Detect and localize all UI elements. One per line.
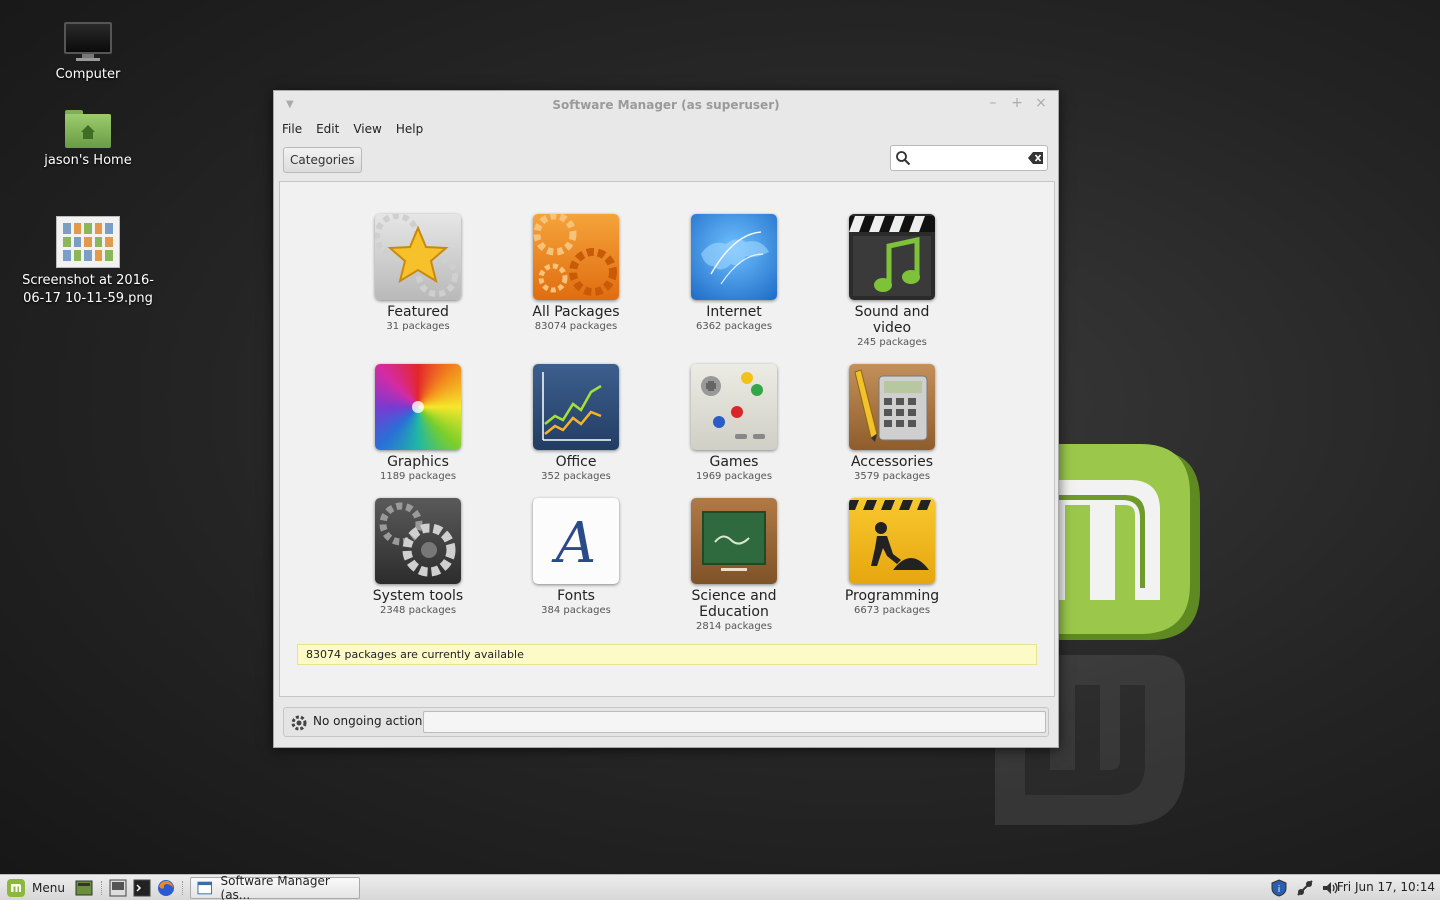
desktop-icon-label: Screenshot at 2016-06-17 10-11-59.png	[22, 273, 154, 306]
taskbar-window-software-manager[interactable]: Software Manager (as...	[190, 874, 360, 900]
status-message: 83074 packages are currently available	[297, 644, 1037, 665]
window-icon	[197, 881, 213, 895]
category-count: 6673 packages	[853, 605, 931, 616]
show-desktop-icon[interactable]	[74, 878, 94, 898]
category-system-tools[interactable]: System tools 2348 packages	[343, 498, 493, 617]
category-count: 384 packages	[541, 605, 611, 616]
category-count: 6362 packages	[695, 321, 773, 332]
category-count: 3579 packages	[853, 471, 931, 482]
terminal-icon[interactable]	[132, 878, 152, 898]
graphics-spectrum-icon	[375, 364, 461, 450]
category-count: 352 packages	[541, 471, 611, 482]
actions-label: No ongoing actions	[313, 714, 429, 728]
gear-icon[interactable]	[290, 714, 308, 732]
system-tools-gear-icon	[375, 498, 461, 584]
fonts-letter-icon: A	[533, 498, 619, 584]
category-count: 245 packages	[857, 337, 927, 348]
category-name: Programming	[844, 588, 940, 604]
search-box	[890, 145, 1048, 171]
clock[interactable]: Fri Jun 17, 10:14	[1337, 880, 1435, 894]
desktop-icon-label: Computer	[55, 67, 121, 82]
category-sound-and-video[interactable]: Sound and video 245 packages	[817, 214, 967, 349]
category-name: All Packages	[532, 304, 620, 320]
menu-edit[interactable]: Edit	[316, 122, 339, 136]
desktop-icon-home[interactable]: jason's Home	[13, 110, 163, 170]
featured-star-icon	[375, 214, 461, 300]
category-count: 31 packages	[386, 321, 450, 332]
start-menu-label: Menu	[32, 881, 65, 895]
category-featured[interactable]: Featured 31 packages	[343, 214, 493, 333]
categories-panel: Featured 31 packages All Packages 83074 …	[279, 181, 1055, 697]
toolbar: Categories	[274, 139, 1058, 179]
menubar: File Edit View Help	[274, 119, 1058, 139]
category-accessories[interactable]: Accessories 3579 packages	[817, 364, 967, 483]
games-gamepad-icon	[691, 364, 777, 450]
category-internet[interactable]: Internet 6362 packages	[659, 214, 809, 333]
start-menu-button[interactable]: Menu	[6, 878, 65, 898]
category-name: Science and Education	[691, 588, 777, 620]
category-name: Featured	[387, 304, 449, 320]
desktop-icon-computer[interactable]: Computer	[13, 22, 163, 84]
clear-search-icon[interactable]	[1028, 151, 1044, 165]
search-input[interactable]	[913, 149, 1023, 167]
maximize-button[interactable]: +	[1010, 95, 1024, 111]
category-name: Graphics	[387, 454, 449, 470]
menu-file[interactable]: File	[282, 122, 302, 136]
taskbar-window-label: Software Manager (as...	[220, 874, 330, 900]
category-count: 1969 packages	[695, 471, 773, 482]
category-name: Fonts	[557, 588, 595, 604]
network-icon[interactable]	[1295, 878, 1315, 898]
image-file-icon	[56, 216, 120, 268]
actions-progress-bar	[423, 711, 1046, 733]
category-name: Sound and video	[854, 304, 930, 336]
minimize-button[interactable]: –	[986, 95, 1000, 111]
category-science-and-education[interactable]: Science and Education 2814 packages	[659, 498, 809, 633]
computer-icon	[64, 22, 112, 62]
window-title: Software Manager (as superuser)	[552, 98, 780, 112]
action-bar: No ongoing actions	[283, 707, 1049, 737]
science-chalkboard-icon	[691, 498, 777, 584]
category-count: 2814 packages	[695, 621, 773, 632]
category-fonts[interactable]: A Fonts 384 packages	[501, 498, 651, 617]
category-programming[interactable]: Programming 6673 packages	[817, 498, 967, 617]
category-count: 2348 packages	[379, 605, 457, 616]
category-name: Internet	[706, 304, 762, 320]
programming-construction-icon	[849, 498, 935, 584]
linux-mint-menu-icon	[7, 879, 25, 897]
software-manager-window: ▼ Software Manager (as superuser) – + × …	[273, 90, 1059, 748]
desktop-icon-label: jason's Home	[44, 153, 132, 168]
search-icon	[896, 151, 911, 166]
menu-help[interactable]: Help	[396, 122, 423, 136]
category-all-packages[interactable]: All Packages 83074 packages	[501, 214, 651, 333]
category-name: Games	[709, 454, 759, 470]
desktop-icon-screenshot[interactable]: Screenshot at 2016-06-17 10-11-59.png	[13, 216, 163, 308]
close-button[interactable]: ×	[1034, 95, 1048, 111]
internet-globe-icon	[691, 214, 777, 300]
category-name: Office	[555, 454, 597, 470]
taskbar: Menu Software Manager (as... i Fri Jun 1…	[0, 874, 1440, 900]
all-packages-gears-icon	[533, 214, 619, 300]
accessories-calculator-icon	[849, 364, 935, 450]
window-menu-icon[interactable]: ▼	[286, 99, 294, 110]
window-titlebar[interactable]: ▼ Software Manager (as superuser) – + ×	[274, 91, 1058, 119]
category-office[interactable]: Office 352 packages	[501, 364, 651, 483]
sound-video-clapper-icon	[849, 214, 935, 300]
category-name: System tools	[372, 588, 464, 604]
menu-view[interactable]: View	[353, 122, 381, 136]
home-folder-icon	[65, 110, 111, 148]
file-manager-icon[interactable]	[108, 878, 128, 898]
categories-button[interactable]: Categories	[283, 147, 362, 173]
category-count: 1189 packages	[379, 471, 457, 482]
firefox-icon[interactable]	[156, 878, 176, 898]
svg-text:i: i	[1278, 885, 1281, 895]
update-shield-icon[interactable]: i	[1269, 878, 1289, 898]
category-graphics[interactable]: Graphics 1189 packages	[343, 364, 493, 483]
svg-text:A: A	[551, 511, 596, 576]
category-games[interactable]: Games 1969 packages	[659, 364, 809, 483]
category-name: Accessories	[850, 454, 934, 470]
category-count: 83074 packages	[534, 321, 618, 332]
office-chart-icon	[533, 364, 619, 450]
